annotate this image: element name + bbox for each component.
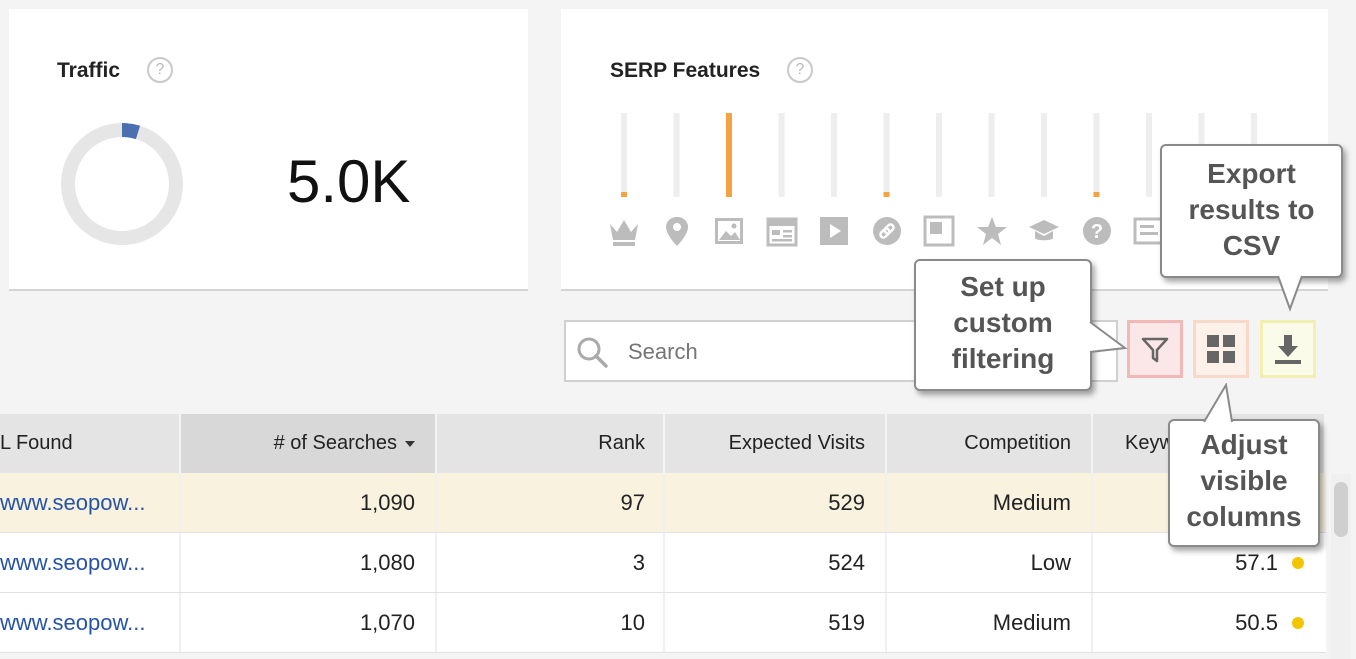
columns-button[interactable] — [1193, 320, 1249, 378]
serp-bar — [726, 113, 732, 197]
searches-cell: 1,080 — [181, 533, 437, 592]
rank-cell: 97 — [437, 473, 665, 532]
callout-line: filtering — [951, 343, 1055, 374]
map-pin-icon[interactable] — [660, 214, 694, 248]
image-icon[interactable] — [712, 214, 746, 248]
link-icon[interactable] — [870, 214, 904, 248]
url-link[interactable]: www.seopow... — [0, 593, 181, 652]
rank-cell: 3 — [437, 533, 665, 592]
sort-caret-icon — [405, 440, 415, 447]
search-icon — [577, 337, 608, 368]
serp-bar — [883, 192, 890, 197]
filter-button[interactable] — [1127, 320, 1183, 378]
traffic-title: Traffic — [57, 59, 121, 82]
table-row[interactable]: www.seopow... 1,070 10 519 Medium 50.5 — [0, 593, 1326, 653]
star-icon[interactable] — [975, 214, 1009, 248]
filter-icon — [1141, 337, 1169, 363]
serp-bar-track — [673, 113, 680, 197]
header-searches[interactable]: # of Searches — [181, 414, 437, 473]
crown-icon[interactable] — [607, 214, 641, 248]
columns-callout: Adjust visible columns — [1168, 419, 1320, 547]
header-expected-visits[interactable]: Expected Visits — [665, 414, 887, 473]
serp-bar-track — [1146, 113, 1152, 197]
callout-line: columns — [1186, 501, 1302, 532]
traffic-value: 5.0K — [287, 148, 411, 215]
serp-bar-track — [1093, 113, 1100, 197]
url-link[interactable]: www.seopow... — [0, 533, 181, 592]
donut-track — [61, 123, 183, 245]
serp-bar-track — [936, 113, 942, 197]
header-rank[interactable]: Rank — [437, 414, 665, 473]
competition-cell: Medium — [887, 473, 1093, 532]
visits-cell: 529 — [665, 473, 887, 532]
difficulty-cell: 50.5 — [1093, 593, 1326, 652]
callout-line: Adjust — [1200, 429, 1288, 460]
serp-bar — [1093, 192, 1100, 197]
filter-callout: Set up custom filtering — [914, 259, 1092, 391]
callout-line: Export — [1207, 158, 1296, 189]
serp-bar-track — [778, 113, 785, 197]
serp-bar-track — [1041, 113, 1047, 197]
competition-cell: Medium — [887, 593, 1093, 652]
graduation-cap-icon[interactable] — [1027, 214, 1061, 248]
competition-cell: Low — [887, 533, 1093, 592]
visits-cell: 524 — [665, 533, 887, 592]
header-searches-label: # of Searches — [273, 432, 397, 454]
difficulty-value: 57.1 — [1235, 550, 1278, 575]
visits-cell: 519 — [665, 593, 887, 652]
rank-cell: 10 — [437, 593, 665, 652]
export-callout-tail — [1277, 275, 1303, 312]
callout-line: visible — [1200, 465, 1288, 496]
export-button[interactable] — [1260, 320, 1316, 378]
donut-segment — [121, 122, 141, 140]
featured-snippet-icon[interactable] — [922, 214, 956, 248]
callout-line: CSV — [1222, 230, 1281, 261]
url-link[interactable]: www.seopow... — [0, 473, 181, 532]
serp-bar-track — [883, 113, 890, 197]
difficulty-dot-icon — [1292, 557, 1304, 569]
table-scrollbar[interactable] — [1331, 474, 1351, 659]
traffic-donut-chart — [61, 122, 183, 245]
download-icon — [1275, 335, 1301, 364]
callout-line: Set up — [960, 271, 1046, 302]
searches-cell: 1,070 — [181, 593, 437, 652]
callout-line: custom — [953, 307, 1053, 338]
columns-callout-tail — [1203, 383, 1233, 423]
table-header-row: L Found # of Searches Rank Expected Visi… — [0, 414, 1326, 473]
serp-bar-track — [621, 113, 627, 197]
searches-cell: 1,090 — [181, 473, 437, 532]
serp-bar-track — [988, 113, 995, 197]
grid-columns-icon — [1207, 335, 1235, 363]
calendar-news-icon[interactable] — [765, 214, 799, 248]
video-play-icon[interactable] — [817, 214, 851, 248]
question-icon[interactable]: ? — [1080, 214, 1114, 248]
serp-bar-track — [831, 113, 837, 197]
table-row[interactable]: www.seopow... 1,080 3 524 Low 57.1 — [0, 533, 1326, 593]
table-row[interactable]: www.seopow... 1,090 97 529 Medium — [0, 473, 1326, 533]
traffic-card: Traffic ? 5.0K — [9, 9, 528, 291]
filter-callout-tail — [1089, 321, 1128, 353]
export-callout: Export results to CSV — [1160, 144, 1343, 278]
difficulty-dot-icon — [1292, 617, 1304, 629]
callout-line: results to — [1188, 194, 1315, 225]
header-url-found[interactable]: L Found — [0, 414, 181, 473]
search-input[interactable] — [626, 336, 930, 368]
traffic-help-icon[interactable]: ? — [147, 57, 173, 83]
serp-bar — [621, 192, 627, 197]
difficulty-value: 50.5 — [1235, 610, 1278, 635]
svg-text:?: ? — [1090, 221, 1102, 243]
scrollbar-thumb[interactable] — [1334, 482, 1348, 537]
header-competition[interactable]: Competition — [887, 414, 1093, 473]
